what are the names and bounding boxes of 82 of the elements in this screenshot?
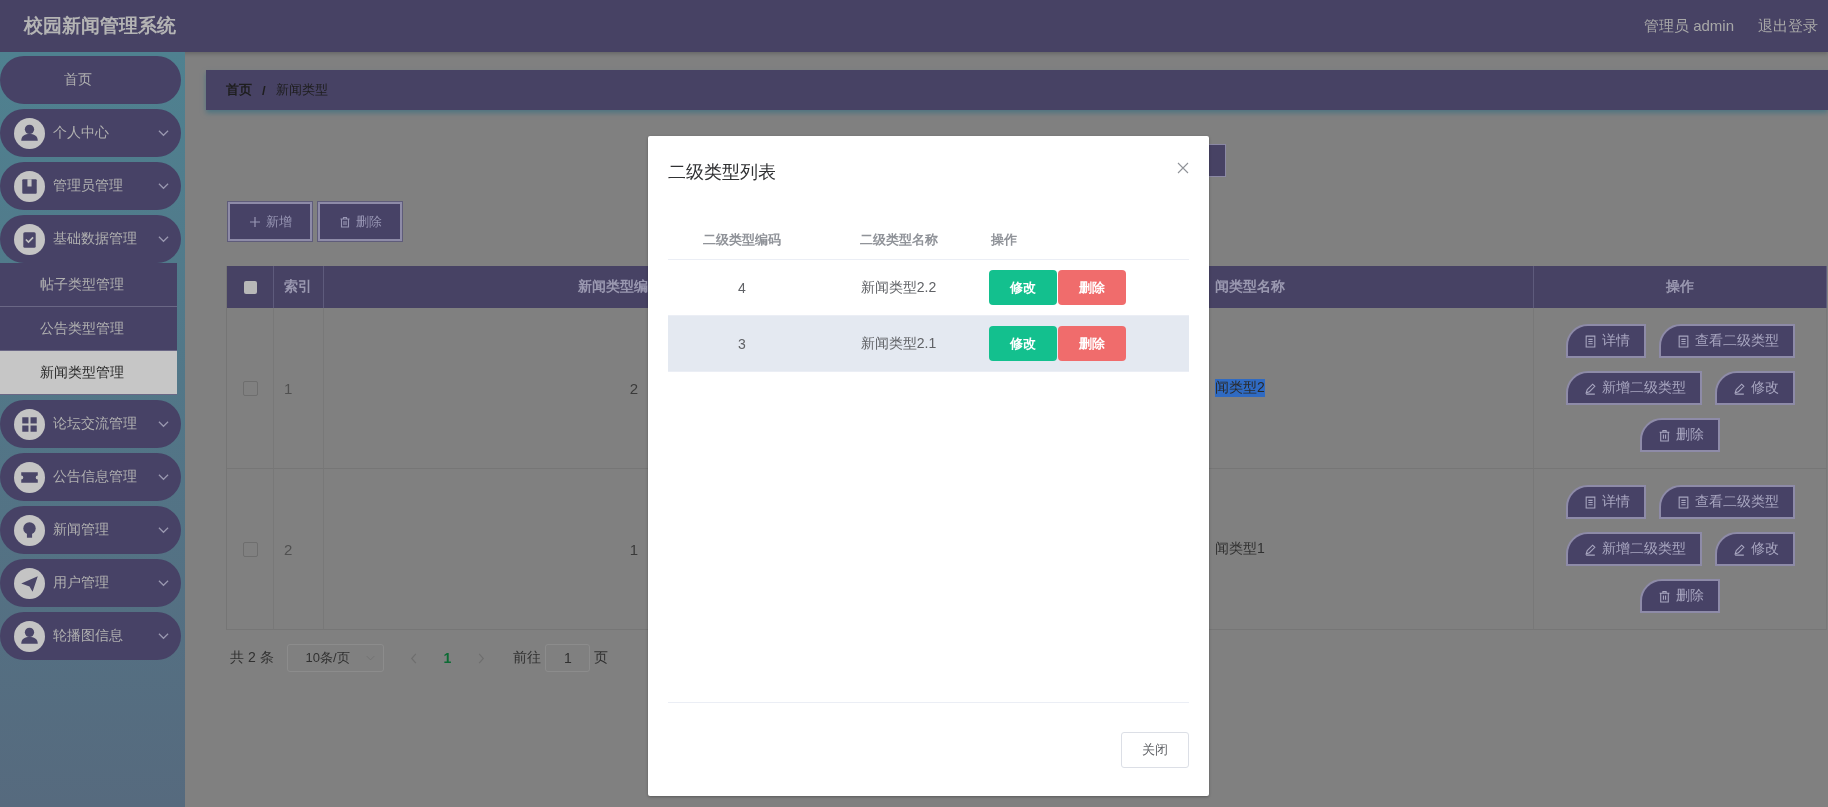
logout-link[interactable]: 退出登录 — [1758, 16, 1818, 36]
action-button[interactable]: 详情 — [1565, 324, 1646, 358]
pencil-icon — [1583, 381, 1597, 395]
chevron-down-icon — [158, 420, 169, 428]
trash-icon — [1658, 428, 1671, 442]
column-header: 二级类型名称 — [858, 230, 939, 249]
table-cell: 闻类型2 — [1215, 379, 1265, 397]
dialog-title: 二级类型列表 — [668, 161, 776, 184]
trash-icon — [338, 215, 351, 228]
chevron-down-icon — [158, 235, 169, 243]
submenu-item[interactable]: 帖子类型管理 — [0, 263, 177, 307]
document-icon — [1583, 495, 1597, 509]
goto-label: 前往 — [513, 649, 542, 667]
table-cell-text: 新闻类型2.1 — [859, 334, 938, 353]
table-cell-text: 3 — [737, 335, 747, 352]
menu-item[interactable]: 轮播图信息 — [0, 612, 181, 660]
close-button[interactable]: 关闭 — [1121, 731, 1189, 768]
breadcrumb-separator: / — [262, 82, 266, 98]
trash-icon — [1658, 589, 1671, 603]
page-size-select[interactable]: 10条/页 — [286, 644, 384, 672]
chevron-down-icon — [158, 632, 169, 640]
chevron-down-icon — [158, 526, 169, 534]
action-button[interactable]: 查看二级类型 — [1658, 324, 1795, 358]
document-icon — [1676, 334, 1690, 348]
menu-item[interactable]: 首页 — [0, 56, 181, 104]
table-cell: 闻类型1 — [1215, 540, 1265, 558]
chevron-down-icon — [158, 579, 169, 587]
column-header: 操作 — [990, 230, 1017, 249]
select-all-checkbox[interactable] — [243, 280, 257, 294]
menu-item[interactable]: 管理员管理 — [0, 162, 181, 210]
pencil-icon — [1583, 542, 1597, 556]
menu-item[interactable]: 用户管理 — [0, 559, 181, 607]
plus-icon — [248, 215, 261, 228]
toolbar-button[interactable]: 删除 — [318, 202, 402, 241]
user-icon — [14, 620, 45, 652]
menu-item[interactable]: 个人中心 — [0, 109, 181, 157]
user-label: 管理员 admin — [1643, 16, 1734, 36]
action-button[interactable]: 修改 — [1714, 371, 1795, 405]
menu-item[interactable]: 新闻管理 — [0, 506, 181, 554]
action-button[interactable]: 删除 — [1640, 418, 1720, 452]
menu-item[interactable]: 公告信息管理 — [0, 453, 181, 501]
ticket-icon — [14, 461, 45, 493]
edit-button[interactable]: 修改 — [989, 270, 1057, 305]
pencil-icon — [1732, 542, 1746, 556]
edit-button[interactable]: 修改 — [989, 326, 1057, 361]
toolbar-button[interactable]: 新增 — [228, 202, 312, 241]
action-button[interactable]: 修改 — [1714, 532, 1795, 566]
table-cell-text: 新闻类型2.2 — [859, 278, 938, 297]
close-icon[interactable] — [1177, 162, 1189, 174]
table-header-cell: 新闻类型编 — [324, 266, 649, 308]
grid-icon — [14, 408, 45, 440]
action-button[interactable]: 删除 — [1640, 579, 1720, 613]
menu-item[interactable]: 论坛交流管理 — [0, 400, 181, 448]
total-count: 共 2 条 — [230, 649, 274, 667]
action-button[interactable]: 查看二级类型 — [1658, 485, 1795, 519]
table-cell-text: 4 — [737, 279, 747, 296]
document-icon — [1583, 334, 1597, 348]
delete-button[interactable]: 删除 — [1058, 270, 1126, 305]
page-suffix: 页 — [594, 649, 609, 667]
table-header-cell: 操作 — [1534, 266, 1827, 308]
breadcrumb-item: 新闻类型 — [275, 81, 328, 99]
user-icon — [14, 117, 45, 149]
action-button[interactable]: 新增二级类型 — [1565, 532, 1702, 566]
table-header-cell: 索引 — [274, 266, 324, 308]
page-input[interactable]: 1 — [545, 644, 591, 672]
submenu-item[interactable]: 新闻类型管理 — [0, 351, 177, 395]
book-icon — [14, 170, 45, 202]
chevron-down-icon — [158, 129, 169, 137]
action-button[interactable]: 新增二级类型 — [1565, 371, 1702, 405]
chevron-down-icon — [158, 182, 169, 190]
pencil-icon — [1732, 381, 1746, 395]
bulb-icon — [14, 514, 45, 546]
clipboard-icon — [14, 223, 45, 255]
column-header: 二级类型编码 — [702, 230, 782, 249]
app-title: 校园新闻管理系统 — [24, 14, 176, 38]
delete-button[interactable]: 删除 — [1058, 326, 1126, 361]
document-icon — [1676, 495, 1690, 509]
send-icon — [14, 567, 45, 599]
menu-item[interactable]: 基础数据管理 — [0, 215, 181, 263]
action-button[interactable]: 详情 — [1565, 485, 1646, 519]
submenu-item[interactable]: 公告类型管理 — [0, 307, 177, 351]
chevron-down-icon — [158, 473, 169, 481]
